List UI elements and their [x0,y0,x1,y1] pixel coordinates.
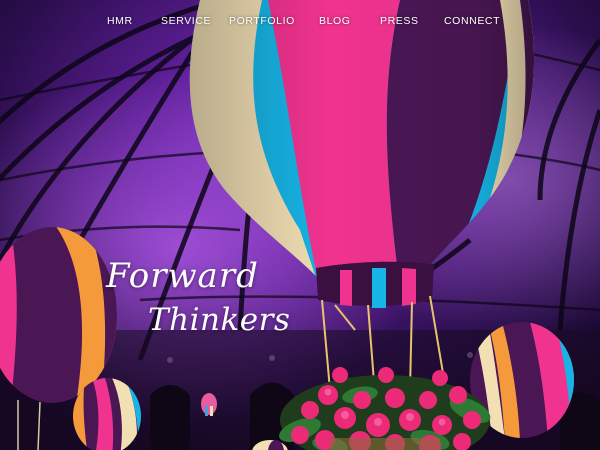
nav-item-connect[interactable]: CONNECT [444,15,500,27]
wordmark-line-thinkers: Thinkers [148,302,291,338]
main-nav: HMR SERVICE PORTFOLIO BLOG PRESS CONNECT [0,10,600,34]
landing-page: HMR SERVICE PORTFOLIO BLOG PRESS CONNECT… [0,0,600,450]
wordmark-line-forward: Forward [106,256,259,296]
nav-item-press[interactable]: PRESS [380,15,419,27]
nav-item-blog[interactable]: BLOG [319,15,351,27]
nav-item-hmr[interactable]: HMR [107,15,133,27]
nav-item-portfolio[interactable]: PORTFOLIO [229,15,295,27]
forward-thinkers-wordmark: Forward Thinkers [88,250,328,360]
hero-image [0,0,600,450]
nav-item-service[interactable]: SERVICE [161,15,211,27]
